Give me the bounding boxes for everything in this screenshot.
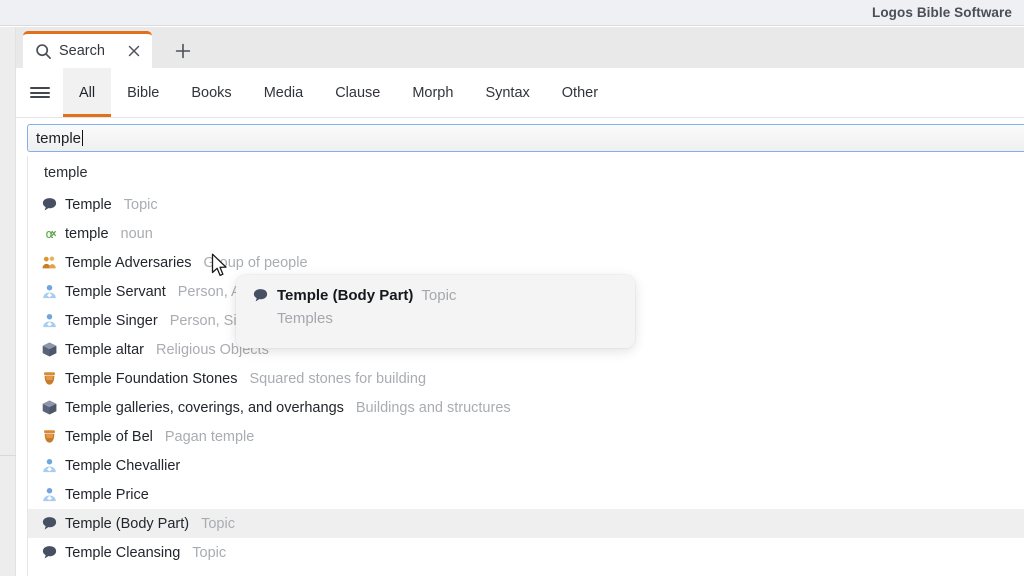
suggestion-title: Temple Foundation Stones (65, 371, 238, 387)
plus-icon (175, 43, 191, 59)
suggestion-title: temple (65, 226, 109, 242)
filter-tab-media[interactable]: Media (248, 68, 320, 117)
suggestion-title: Temple Servant (65, 284, 166, 300)
search-icon (35, 43, 52, 60)
tooltip-title: Temple (Body Part) (277, 287, 413, 304)
suggestion-title: Temple (Body Part) (65, 516, 189, 532)
filter-tab-morph[interactable]: Morph (396, 68, 469, 117)
suggestion-row[interactable]: Temple galleries, coverings, and overhan… (28, 393, 1024, 422)
person-icon (41, 486, 58, 503)
suggestion-row[interactable]: Temple Cleansing Topic (28, 538, 1024, 567)
filter-tab-other[interactable]: Other (546, 68, 614, 117)
topic-bubble-icon (252, 287, 269, 304)
tab-search[interactable]: Search (23, 31, 152, 68)
suggestion-row[interactable]: αtemple noun (28, 219, 1024, 248)
filter-tab-label: Bible (127, 85, 159, 101)
suggestion-row[interactable]: Temple Chevallier (28, 451, 1024, 480)
suggestion-list: Temple Topic αtemple noun Temple Adversaries… (28, 190, 1024, 567)
new-tab-button[interactable] (164, 33, 202, 68)
suggestion-description: Topic (192, 545, 226, 561)
tab-label: Search (59, 43, 105, 59)
filter-tab-label: Books (191, 85, 231, 101)
left-panel-divider (0, 455, 16, 456)
topic-bubble-icon (41, 544, 58, 561)
suggestion-title: Temple Singer (65, 313, 158, 329)
suggestion-row[interactable]: Temple of Bel Pagan temple (28, 422, 1024, 451)
text-caret (82, 130, 83, 146)
suggestion-row[interactable]: Temple (Body Part) Topic (28, 509, 1024, 538)
filter-tab-label: All (79, 85, 95, 101)
filter-tab-syntax[interactable]: Syntax (469, 68, 545, 117)
filter-tab-label: Clause (335, 85, 380, 101)
svg-text:α: α (45, 227, 53, 241)
suggestion-description: Pagan temple (165, 429, 254, 445)
object-cube-icon (41, 341, 58, 358)
hamburger-menu-icon[interactable] (16, 68, 63, 117)
topic-bubble-icon (41, 196, 58, 213)
suggestion-row[interactable]: Temple Topic (28, 190, 1024, 219)
search-input-value: temple (36, 130, 81, 147)
app-window: Logos Bible Software Search (0, 0, 1024, 576)
tooltip-subtitle: Temples (277, 310, 635, 327)
suggestion-description: Topic (201, 516, 235, 532)
filter-tab-bible[interactable]: Bible (111, 68, 175, 117)
person-icon (41, 312, 58, 329)
suggestion-title: Temple Chevallier (65, 458, 180, 474)
suggestion-title: Temple Price (65, 487, 149, 503)
suggestion-title: Temple altar (65, 342, 144, 358)
filter-tab-label: Media (264, 85, 304, 101)
filter-tab-clause[interactable]: Clause (319, 68, 396, 117)
suggestion-row[interactable]: Temple Foundation Stones Squared stones f… (28, 364, 1024, 393)
tab-strip: Search (16, 27, 1024, 68)
suggestion-description: noun (121, 226, 153, 242)
object-cube-icon (41, 399, 58, 416)
lemma-alpha-icon: α (41, 225, 58, 242)
suggestion-description: Buildings and structures (356, 400, 511, 416)
person-icon (41, 457, 58, 474)
search-input[interactable]: temple (27, 124, 1024, 152)
filter-tab-label: Other (562, 85, 598, 101)
left-panel-strip[interactable] (0, 27, 16, 576)
suggestion-title: Temple (65, 197, 112, 213)
suggestion-description: Squared stones for building (250, 371, 427, 387)
search-filter-bar: All Bible Books Media Clause Morph Syntax Other (16, 68, 1024, 118)
person-icon (41, 283, 58, 300)
tooltip-title-row: Temple (Body Part) Topic (252, 287, 635, 304)
close-icon[interactable] (127, 44, 141, 58)
dropdown-header-term: temple (28, 156, 1024, 190)
vessel-icon (41, 370, 58, 387)
filter-tab-all[interactable]: All (63, 68, 111, 117)
topic-bubble-icon (41, 515, 58, 532)
tooltip-kind: Topic (421, 287, 456, 304)
suggestion-title: Temple Cleansing (65, 545, 180, 561)
hamburger-line (30, 92, 50, 94)
filter-tab-label: Syntax (485, 85, 529, 101)
suggestion-row[interactable]: Temple AdversariesGroup of people (28, 248, 1024, 277)
suggestion-preview-tooltip: Temple (Body Part) Topic Temples (236, 275, 635, 348)
suggestion-title: Temple galleries, coverings, and overhan… (65, 400, 344, 416)
suggestion-title: Temple of Bel (65, 429, 153, 445)
suggestion-row[interactable]: Temple Price (28, 480, 1024, 509)
app-title: Logos Bible Software (872, 5, 1024, 20)
hamburger-line (30, 87, 50, 89)
filter-tab-books[interactable]: Books (175, 68, 247, 117)
suggestion-description: Person, A (178, 284, 241, 300)
title-bar: Logos Bible Software (0, 0, 1024, 26)
vessel-icon (41, 428, 58, 445)
group-of-people-icon (41, 254, 58, 271)
suggestion-title: Temple Adversaries (65, 255, 192, 271)
suggestion-dropdown: temple TempleTopicαtemplenounTemple Adve… (27, 156, 1024, 576)
suggestion-description: Person, Si (170, 313, 237, 329)
hamburger-line (30, 96, 50, 98)
filter-tab-label: Morph (412, 85, 453, 101)
filter-item-list: All Bible Books Media Clause Morph Syntax Other (63, 68, 614, 117)
suggestion-description: Topic (124, 197, 158, 213)
mouse-cursor (211, 253, 229, 279)
